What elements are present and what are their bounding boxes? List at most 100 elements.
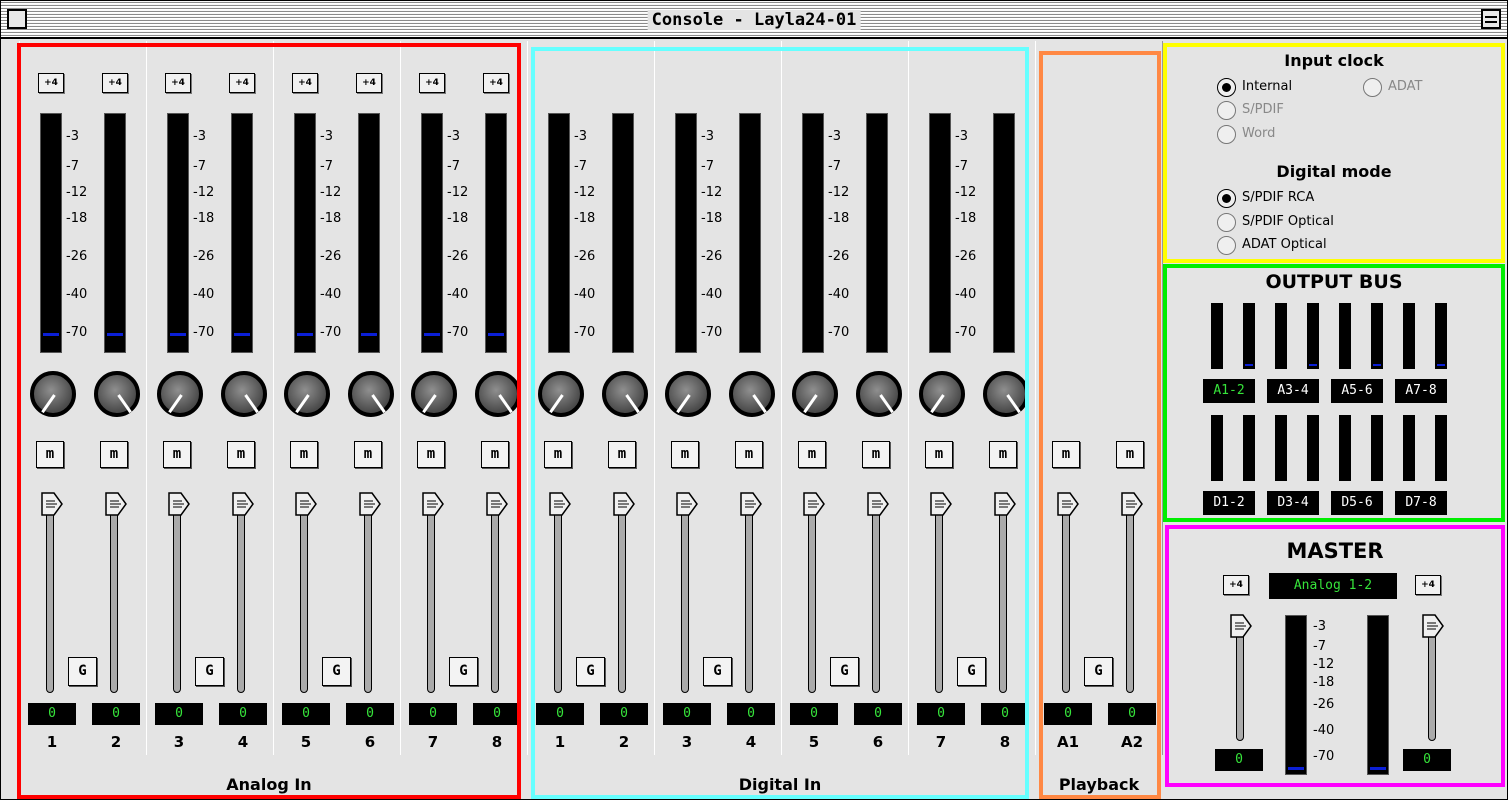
pan-knob[interactable]	[221, 371, 267, 417]
pan-knob[interactable]	[157, 371, 203, 417]
gang-button[interactable]: G	[322, 657, 351, 686]
trim-button[interactable]: +4	[102, 73, 128, 93]
fader-track[interactable]	[427, 497, 435, 693]
mute-button[interactable]: m	[354, 441, 382, 468]
mute-button[interactable]: m	[1116, 441, 1144, 468]
master-right-fader-thumb[interactable]	[1419, 613, 1445, 639]
mute-button[interactable]: m	[36, 441, 64, 468]
bus-select-d7-8[interactable]: D7-8	[1395, 491, 1447, 515]
master-left-fader-thumb[interactable]	[1227, 613, 1253, 639]
fader-thumb[interactable]	[38, 491, 64, 517]
bus-select-d1-2[interactable]: D1-2	[1203, 491, 1255, 515]
master-right-fader-track[interactable]	[1428, 631, 1436, 741]
fader-thumb[interactable]	[864, 491, 890, 517]
bus-select-d5-6[interactable]: D5-6	[1331, 491, 1383, 515]
pan-knob[interactable]	[94, 371, 140, 417]
fader-track[interactable]	[554, 497, 562, 693]
fader-track[interactable]	[935, 497, 943, 693]
mute-button[interactable]: m	[481, 441, 509, 468]
pan-knob[interactable]	[284, 371, 330, 417]
mute-button[interactable]: m	[735, 441, 763, 468]
fader-thumb[interactable]	[1054, 491, 1080, 517]
zoom-box-icon[interactable]	[1481, 9, 1501, 29]
fader-track[interactable]	[618, 497, 626, 693]
pan-knob[interactable]	[983, 371, 1029, 417]
gang-button[interactable]: G	[68, 657, 97, 686]
mute-button[interactable]: m	[608, 441, 636, 468]
trim-button[interactable]: +4	[483, 73, 509, 93]
trim-button[interactable]: +4	[292, 73, 318, 93]
fader-track[interactable]	[300, 497, 308, 693]
master-source-display[interactable]: Analog 1-2	[1269, 573, 1397, 599]
fader-thumb[interactable]	[991, 491, 1017, 517]
fader-thumb[interactable]	[800, 491, 826, 517]
pan-knob[interactable]	[919, 371, 965, 417]
trim-button[interactable]: +4	[229, 73, 255, 93]
fader-track[interactable]	[364, 497, 372, 693]
fader-thumb[interactable]	[1118, 491, 1144, 517]
fader-thumb[interactable]	[229, 491, 255, 517]
bus-select-a1-2[interactable]: A1-2	[1203, 379, 1255, 403]
pan-knob[interactable]	[602, 371, 648, 417]
fader-thumb[interactable]	[292, 491, 318, 517]
pan-knob[interactable]	[348, 371, 394, 417]
gang-button[interactable]: G	[449, 657, 478, 686]
mute-button[interactable]: m	[989, 441, 1017, 468]
trim-button[interactable]: +4	[38, 73, 64, 93]
bus-select-d3-4[interactable]: D3-4	[1267, 491, 1319, 515]
fader-track[interactable]	[1062, 497, 1070, 693]
master-right-trim-button[interactable]: +4	[1415, 575, 1441, 595]
fader-thumb[interactable]	[165, 491, 191, 517]
mute-button[interactable]: m	[544, 441, 572, 468]
gang-button[interactable]: G	[830, 657, 859, 686]
title-bar[interactable]: Console - Layla24-01	[1, 1, 1507, 39]
mute-button[interactable]: m	[163, 441, 191, 468]
mute-button[interactable]: m	[798, 441, 826, 468]
mute-button[interactable]: m	[925, 441, 953, 468]
trim-button[interactable]: +4	[419, 73, 445, 93]
fader-track[interactable]	[745, 497, 753, 693]
fader-track[interactable]	[808, 497, 816, 693]
pan-knob[interactable]	[411, 371, 457, 417]
trim-button[interactable]: +4	[356, 73, 382, 93]
gang-button[interactable]: G	[1084, 657, 1113, 686]
pan-knob[interactable]	[30, 371, 76, 417]
fader-track[interactable]	[110, 497, 118, 693]
fader-thumb[interactable]	[610, 491, 636, 517]
pan-knob[interactable]	[792, 371, 838, 417]
gang-button[interactable]: G	[957, 657, 986, 686]
mute-button[interactable]: m	[1052, 441, 1080, 468]
fader-thumb[interactable]	[356, 491, 382, 517]
fader-thumb[interactable]	[546, 491, 572, 517]
fader-thumb[interactable]	[737, 491, 763, 517]
pan-knob[interactable]	[856, 371, 902, 417]
pan-knob[interactable]	[538, 371, 584, 417]
fader-thumb[interactable]	[102, 491, 128, 517]
pan-knob[interactable]	[665, 371, 711, 417]
mute-button[interactable]: m	[100, 441, 128, 468]
fader-track[interactable]	[237, 497, 245, 693]
fader-track[interactable]	[1126, 497, 1134, 693]
trim-button[interactable]: +4	[165, 73, 191, 93]
master-left-trim-button[interactable]: +4	[1223, 575, 1249, 595]
pan-knob[interactable]	[475, 371, 521, 417]
bus-select-a3-4[interactable]: A3-4	[1267, 379, 1319, 403]
fader-track[interactable]	[999, 497, 1007, 693]
gang-button[interactable]: G	[195, 657, 224, 686]
mute-button[interactable]: m	[417, 441, 445, 468]
fader-thumb[interactable]	[483, 491, 509, 517]
fader-thumb[interactable]	[419, 491, 445, 517]
pan-knob[interactable]	[729, 371, 775, 417]
fader-track[interactable]	[872, 497, 880, 693]
fader-thumb[interactable]	[927, 491, 953, 517]
gang-button[interactable]: G	[576, 657, 605, 686]
fader-thumb[interactable]	[673, 491, 699, 517]
bus-select-a5-6[interactable]: A5-6	[1331, 379, 1383, 403]
mute-button[interactable]: m	[862, 441, 890, 468]
fader-track[interactable]	[46, 497, 54, 693]
mute-button[interactable]: m	[227, 441, 255, 468]
fader-track[interactable]	[173, 497, 181, 693]
fader-track[interactable]	[681, 497, 689, 693]
mute-button[interactable]: m	[671, 441, 699, 468]
mute-button[interactable]: m	[290, 441, 318, 468]
